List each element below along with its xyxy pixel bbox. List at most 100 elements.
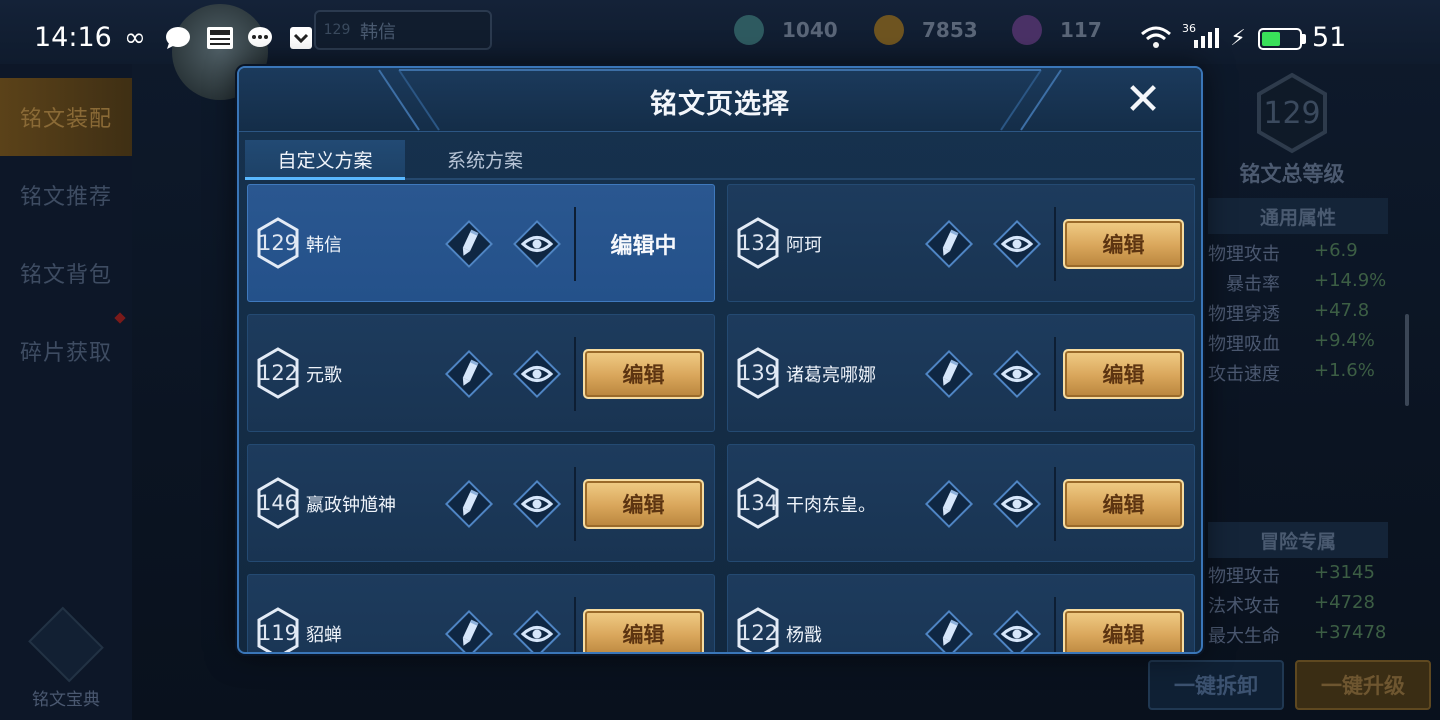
page-level: 139 xyxy=(737,361,779,385)
preview-eye-icon[interactable] xyxy=(512,609,562,652)
card-divider xyxy=(1054,597,1056,652)
stat-row: 攻击速度 +1.6% xyxy=(1208,360,1438,390)
level-hex-badge: 122 xyxy=(736,607,780,652)
stat-value: +6.9 xyxy=(1314,240,1358,261)
edit-button[interactable]: 编辑 xyxy=(583,479,704,529)
page-level: 122 xyxy=(737,621,779,645)
stat-name: 物理攻击 xyxy=(1208,566,1280,587)
inscription-page-card[interactable]: 122 杨戬 编辑 xyxy=(727,574,1195,652)
stats-scrollbar[interactable] xyxy=(1405,314,1409,406)
stat-name: 法术攻击 xyxy=(1208,596,1280,617)
inscription-page-card[interactable]: 132 阿珂 编辑 xyxy=(727,184,1195,302)
one-click-unload-button[interactable]: 一键拆卸 xyxy=(1148,660,1284,710)
level-hex-badge: 129 xyxy=(256,217,300,269)
status-time: 14:16 xyxy=(34,22,112,53)
total-level-badge: 129 xyxy=(1256,72,1328,154)
level-hex-badge: 132 xyxy=(736,217,780,269)
page-level: 132 xyxy=(737,231,779,255)
stat-row: 物理攻击 +6.9 xyxy=(1208,240,1438,270)
preview-eye-icon[interactable] xyxy=(992,219,1042,269)
rename-pencil-icon[interactable] xyxy=(924,349,974,399)
battery-level: 51 xyxy=(1312,22,1347,53)
level-hex-badge: 119 xyxy=(256,607,300,652)
inscription-page-card[interactable]: 146 嬴政钟馗神 编辑 xyxy=(247,444,715,562)
stat-name: 攻击速度 xyxy=(1208,364,1280,385)
stat-value: +3145 xyxy=(1314,562,1375,583)
rename-pencil-icon[interactable] xyxy=(924,479,974,529)
page-name: 嬴政钟馗神 xyxy=(306,495,396,516)
adventure-stats-title: 冒险专属 xyxy=(1208,522,1388,558)
codex-button[interactable]: 铭文宝典 xyxy=(16,606,116,710)
stat-value: +4728 xyxy=(1314,592,1375,613)
rename-pencil-icon[interactable] xyxy=(444,219,494,269)
page-level: 122 xyxy=(257,361,299,385)
dialog-title: 铭文页选择 xyxy=(650,89,790,120)
stat-row: 暴击率 +14.9% xyxy=(1208,270,1438,300)
page-name: 元歌 xyxy=(306,365,342,386)
nav-fragment-acquire[interactable]: 碎片获取 xyxy=(0,312,132,390)
status-bar: 14:16 ∞ 36 ⚡ 51 xyxy=(0,0,1440,74)
stat-row: 物理穿透 +47.8 xyxy=(1208,300,1438,330)
rename-pencil-icon[interactable] xyxy=(444,479,494,529)
nav-inscription-bag[interactable]: 铭文背包 xyxy=(0,234,132,312)
stat-value: +14.9% xyxy=(1314,270,1387,291)
inscription-page-card[interactable]: 139 诸葛亮哪娜 编辑 xyxy=(727,314,1195,432)
page-name: 貂蝉 xyxy=(306,625,342,646)
inscription-page-card[interactable]: 129 韩信 编辑中 xyxy=(247,184,715,302)
page-level: 134 xyxy=(737,491,779,515)
rename-pencil-icon[interactable] xyxy=(444,349,494,399)
edit-button[interactable]: 编辑 xyxy=(1063,479,1184,529)
level-hex-badge: 139 xyxy=(736,347,780,399)
card-divider xyxy=(574,467,576,541)
tab-custom-scheme[interactable]: 自定义方案 xyxy=(245,140,405,180)
page-name: 杨戬 xyxy=(786,625,822,646)
inbox-icon xyxy=(288,26,314,50)
stat-row: 物理吸血 +9.4% xyxy=(1208,330,1438,360)
stat-row: 最大生命 +37478 xyxy=(1208,622,1438,652)
preview-eye-icon[interactable] xyxy=(512,479,562,529)
message-icon xyxy=(246,26,274,50)
inscription-page-list[interactable]: 129 韩信 编辑中 132 阿珂 编辑 122 元歌 编辑 139 诸葛亮哪娜 编辑 146 嬴政钟馗神… xyxy=(247,184,1197,652)
stat-name: 暴击率 xyxy=(1226,274,1280,295)
card-divider xyxy=(1054,337,1056,411)
level-hex-badge: 122 xyxy=(256,347,300,399)
page-level: 129 xyxy=(257,231,299,255)
right-stats-panel: 129 铭文总等级 通用属性 物理攻击 +6.9 暴击率 +14.9% 物理穿透 +4… xyxy=(1200,64,1440,720)
book-icon xyxy=(28,606,104,683)
stat-name: 物理攻击 xyxy=(1208,244,1280,265)
edit-button[interactable]: 编辑 xyxy=(583,349,704,399)
preview-eye-icon[interactable] xyxy=(992,349,1042,399)
stat-name: 最大生命 xyxy=(1208,626,1280,647)
nav-inscription-assembly[interactable]: 铭文装配 xyxy=(0,78,132,156)
edit-button[interactable]: 编辑 xyxy=(1063,349,1184,399)
stat-row: 法术攻击 +4728 xyxy=(1208,592,1438,622)
rename-pencil-icon[interactable] xyxy=(444,609,494,652)
dialog-header: 铭文页选择 ✕ xyxy=(239,68,1201,132)
codex-label: 铭文宝典 xyxy=(32,690,100,710)
preview-eye-icon[interactable] xyxy=(512,349,562,399)
one-click-upgrade-button[interactable]: 一键升级 xyxy=(1295,660,1431,710)
close-button[interactable]: ✕ xyxy=(1121,78,1165,122)
dialog-tabs: 自定义方案 系统方案 xyxy=(245,140,1195,180)
signal-icon: 36 xyxy=(1180,22,1220,50)
page-name: 干肉东皇。 xyxy=(786,495,876,516)
edit-button[interactable]: 编辑 xyxy=(1063,219,1184,269)
edit-button[interactable]: 编辑 xyxy=(1063,609,1184,652)
inscription-page-card[interactable]: 134 干肉东皇。 编辑 xyxy=(727,444,1195,562)
level-hex-badge: 134 xyxy=(736,477,780,529)
total-level-label: 铭文总等级 xyxy=(1239,162,1345,186)
inscription-page-card[interactable]: 122 元歌 编辑 xyxy=(247,314,715,432)
tab-system-scheme[interactable]: 系统方案 xyxy=(405,140,565,178)
stat-value: +1.6% xyxy=(1314,360,1375,381)
edit-button[interactable]: 编辑 xyxy=(583,609,704,652)
nav-inscription-recommend[interactable]: 铭文推荐 xyxy=(0,156,132,234)
rename-pencil-icon[interactable] xyxy=(924,219,974,269)
rename-pencil-icon[interactable] xyxy=(924,609,974,652)
preview-eye-icon[interactable] xyxy=(992,609,1042,652)
preview-eye-icon[interactable] xyxy=(992,479,1042,529)
infinity-icon: ∞ xyxy=(124,23,146,53)
inscription-page-card[interactable]: 119 貂蝉 编辑 xyxy=(247,574,715,652)
level-hex-badge: 146 xyxy=(256,477,300,529)
stat-name: 物理穿透 xyxy=(1208,304,1280,325)
preview-eye-icon[interactable] xyxy=(512,219,562,269)
